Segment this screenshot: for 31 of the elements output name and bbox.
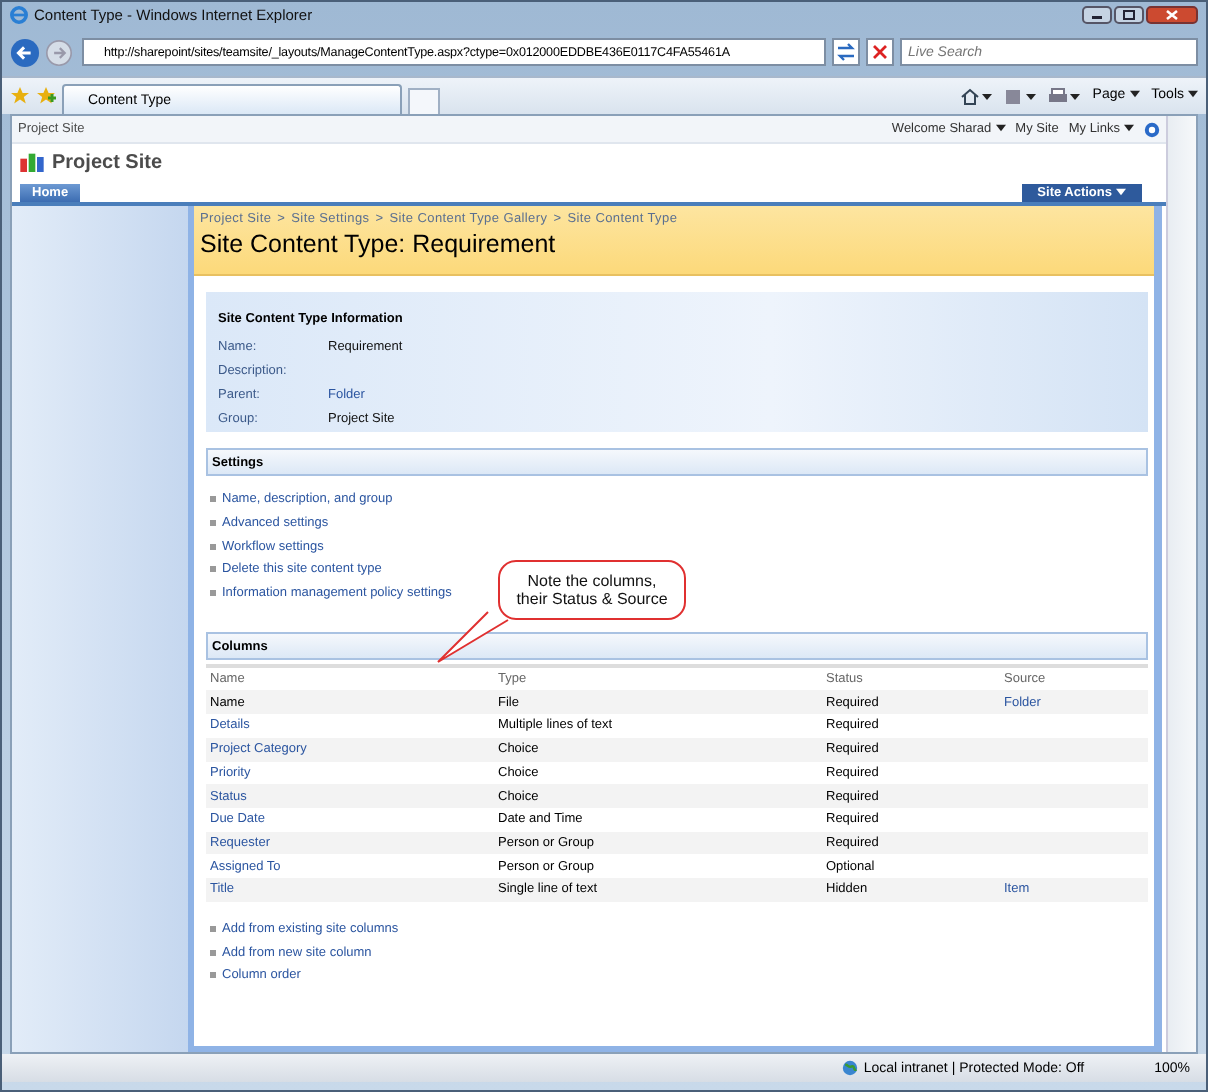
bullet-icon <box>210 972 216 979</box>
caret-icon <box>1188 89 1198 98</box>
bullet-icon <box>210 543 216 550</box>
bullet-icon <box>210 566 216 573</box>
bullet-icon <box>210 925 216 932</box>
callout-bubble: Note the columns, their Status & Source <box>498 560 686 621</box>
help-icon[interactable] <box>1144 121 1160 137</box>
minimize-button[interactable] <box>1082 6 1112 24</box>
caret-icon <box>995 124 1006 133</box>
back-button[interactable] <box>10 37 40 67</box>
page-title: Site Content Type: Requirement <box>200 230 558 258</box>
caret-icon <box>1116 188 1126 197</box>
bullet-icon <box>210 496 216 503</box>
browser-logo-icon <box>10 6 28 24</box>
site-title: Project Site <box>52 151 163 173</box>
home-icon[interactable] <box>960 87 993 105</box>
vertical-scrollbar[interactable] <box>1166 116 1196 1052</box>
bullet-icon <box>210 590 216 597</box>
maximize-button[interactable] <box>1114 6 1144 24</box>
bullet-icon <box>210 949 216 956</box>
add-favorites-icon[interactable] <box>36 86 56 106</box>
favorites-star-icon[interactable] <box>10 86 30 106</box>
bullet-icon <box>210 520 216 527</box>
refresh-button[interactable] <box>832 38 860 66</box>
caret-icon <box>1129 89 1140 98</box>
site-logo-icon <box>20 152 44 172</box>
stop-button[interactable] <box>866 38 894 66</box>
caret-icon <box>1124 124 1134 133</box>
close-button[interactable] <box>1146 6 1198 24</box>
printer-icon[interactable] <box>1048 87 1081 105</box>
globe-icon <box>841 1060 858 1076</box>
